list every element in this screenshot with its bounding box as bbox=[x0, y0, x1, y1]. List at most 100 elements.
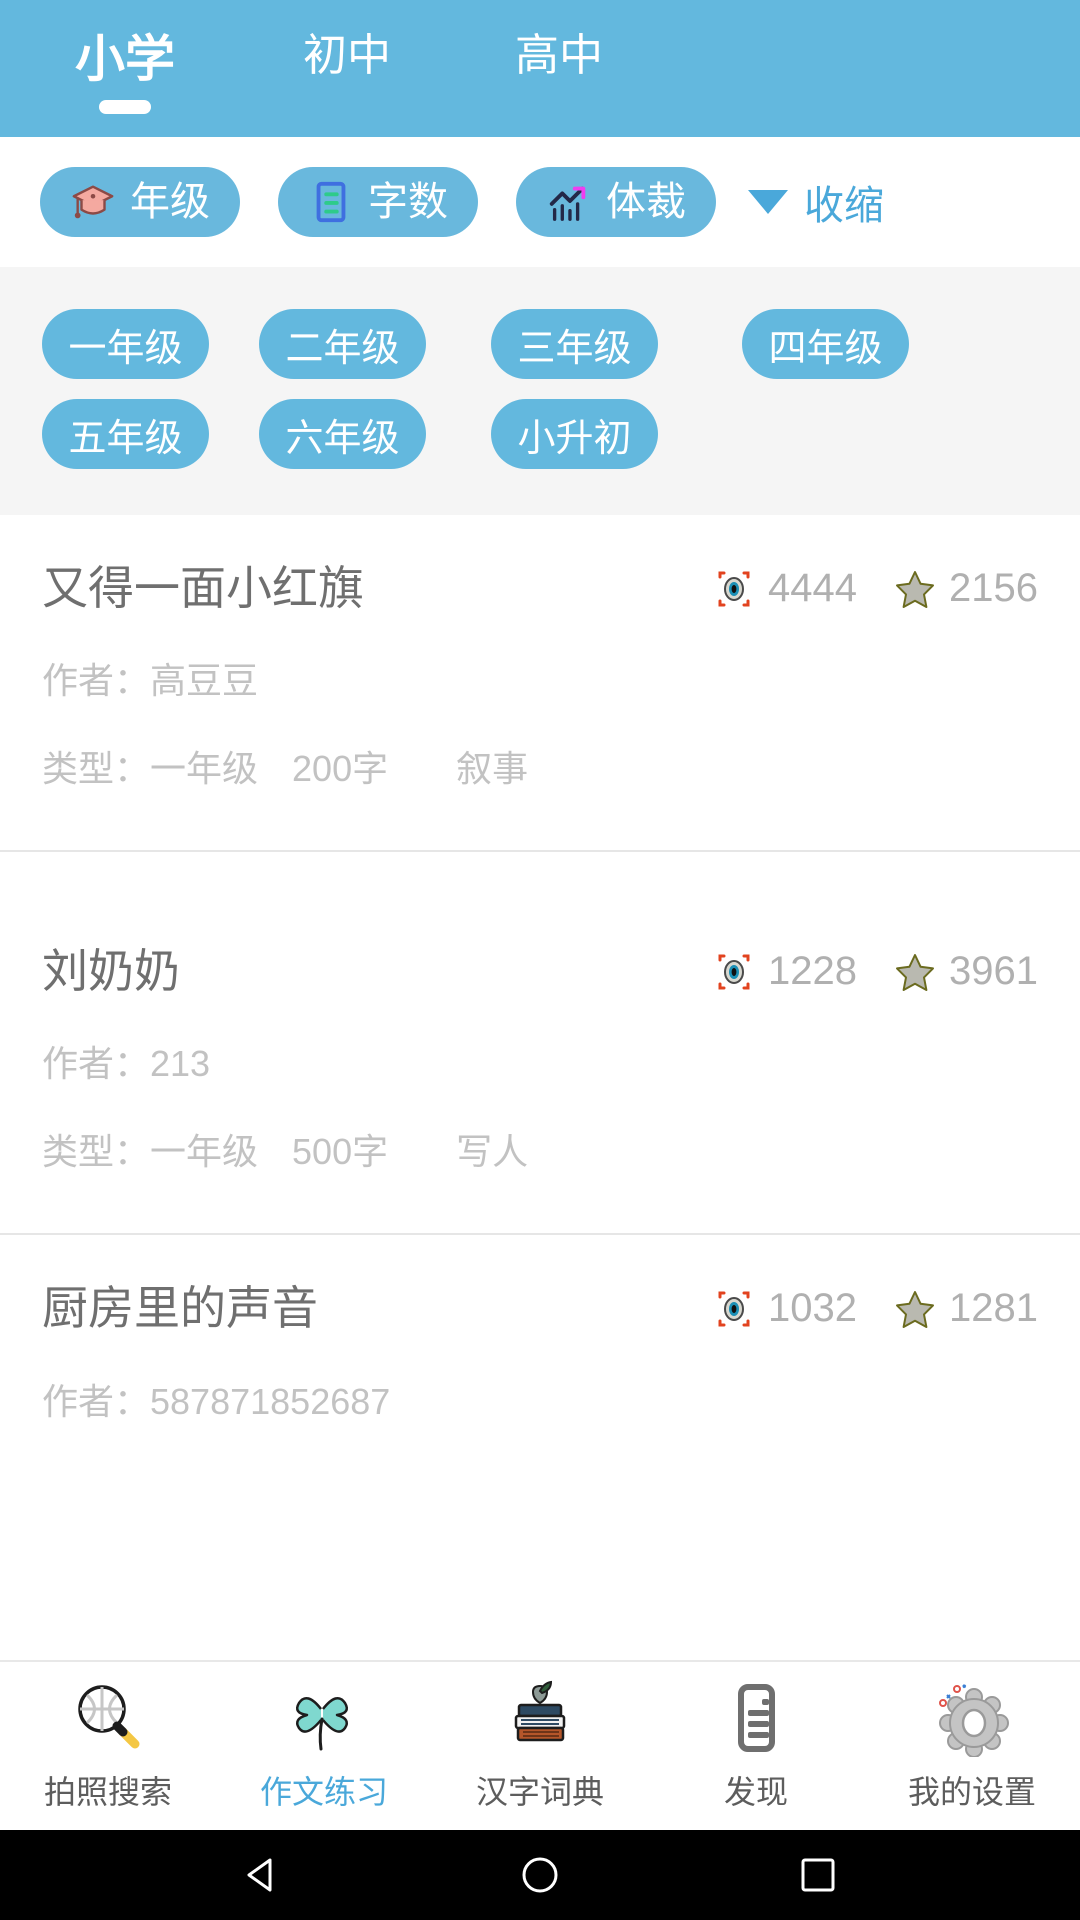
filter-chip-grade[interactable]: 年级 bbox=[40, 167, 240, 237]
top-tab-bar: 小学 初中 高中 bbox=[0, 0, 1080, 137]
clover-icon bbox=[285, 1679, 363, 1757]
article-type-line: 类型：一年级 500字 写人 bbox=[42, 1123, 1038, 1175]
tab-primary-school[interactable]: 小学 bbox=[25, 34, 225, 114]
document-lines-icon bbox=[308, 179, 354, 225]
favorite-count: 1281 bbox=[949, 1286, 1038, 1331]
collapse-toggle-label: 收缩 bbox=[804, 184, 884, 228]
article-title: 厨房里的声音 bbox=[42, 1282, 318, 1335]
view-count-stat: 1032 bbox=[714, 1286, 857, 1331]
eye-icon bbox=[714, 569, 754, 609]
back-triangle-icon[interactable] bbox=[239, 1852, 285, 1898]
type-grade: 一年级 bbox=[150, 1131, 259, 1173]
type-label: 类型： bbox=[42, 748, 151, 790]
grade-pill-6-label: 六年级 bbox=[285, 417, 400, 460]
filter-chip-genre-label: 体裁 bbox=[606, 180, 686, 224]
grade-filter-panel: 一年级 二年级 三年级 四年级 五年级 六年级 小升初 bbox=[0, 267, 1080, 515]
collapse-toggle[interactable]: 收缩 bbox=[748, 173, 884, 231]
books-apple-icon bbox=[501, 1679, 579, 1757]
author-label: 作者： bbox=[42, 660, 151, 702]
tab-middle-school[interactable]: 初中 bbox=[247, 34, 447, 78]
nav-item-discover[interactable]: 发现 bbox=[648, 1679, 864, 1813]
grade-pill-6[interactable]: 六年级 bbox=[259, 399, 426, 469]
graduation-cap-icon bbox=[70, 179, 116, 225]
type-grade: 一年级 bbox=[150, 748, 259, 790]
filter-bar: 年级 字数 体裁 收缩 bbox=[0, 137, 1080, 267]
filter-chip-genre[interactable]: 体裁 bbox=[516, 167, 716, 237]
article-header: 厨房里的声音 1032 1281 bbox=[42, 1281, 1038, 1336]
tab-high-school-label: 高中 bbox=[515, 31, 603, 80]
article-stats: 1228 3961 bbox=[676, 949, 1038, 994]
filter-chip-wordcount[interactable]: 字数 bbox=[278, 167, 478, 237]
article-list-item[interactable]: 又得一面小红旗 4444 2156 作者：高豆豆 类型：一年级 200字 叙事 bbox=[0, 515, 1080, 853]
recents-square-icon[interactable] bbox=[795, 1852, 841, 1898]
author-value: 587871852687 bbox=[150, 1380, 391, 1422]
article-title: 又得一面小红旗 bbox=[42, 562, 364, 614]
document-list-icon bbox=[717, 1679, 795, 1757]
article-author-line: 作者：高豆豆 bbox=[42, 652, 1038, 704]
grade-pill-4[interactable]: 四年级 bbox=[742, 309, 909, 379]
grade-pill-2[interactable]: 二年级 bbox=[259, 309, 426, 379]
star-icon bbox=[895, 952, 935, 992]
author-value: 213 bbox=[150, 1043, 211, 1085]
article-author-line: 作者：213 bbox=[42, 1035, 1038, 1087]
favorite-count-stat: 1281 bbox=[895, 1286, 1038, 1331]
star-icon bbox=[895, 1289, 935, 1329]
trend-chart-icon bbox=[546, 179, 592, 225]
nav-item-dictionary[interactable]: 汉字词典 bbox=[432, 1679, 648, 1813]
type-label: 类型： bbox=[42, 1131, 151, 1173]
type-words: 200字 bbox=[292, 748, 389, 790]
author-label: 作者： bbox=[42, 1043, 151, 1085]
filter-chip-grade-label: 年级 bbox=[130, 180, 210, 224]
grade-pill-2-label: 二年级 bbox=[285, 327, 400, 370]
nav-item-dictionary-label: 汉字词典 bbox=[475, 1774, 604, 1810]
eye-icon bbox=[714, 1289, 754, 1329]
tab-high-school[interactable]: 高中 bbox=[459, 34, 659, 78]
article-type-line: 类型：一年级 200字 叙事 bbox=[42, 740, 1038, 792]
gear-icon bbox=[933, 1679, 1011, 1758]
bottom-navigation-bar: 拍照搜索 作文练习 汉字词典 发现 我的设置 bbox=[0, 1660, 1080, 1830]
eye-icon bbox=[714, 952, 754, 992]
nav-item-composition-practice-label: 作文练习 bbox=[259, 1774, 388, 1810]
grade-pill-3[interactable]: 三年级 bbox=[491, 309, 658, 379]
type-words: 500字 bbox=[292, 1131, 389, 1173]
nav-item-composition-practice[interactable]: 作文练习 bbox=[216, 1679, 432, 1813]
grade-pill-1[interactable]: 一年级 bbox=[42, 309, 209, 379]
grade-pill-4-label: 四年级 bbox=[768, 327, 883, 370]
home-circle-icon[interactable] bbox=[517, 1852, 563, 1898]
article-list-item[interactable]: 厨房里的声音 1032 1281 作者：587871852687 bbox=[0, 1235, 1080, 1424]
view-count: 1032 bbox=[768, 1286, 858, 1331]
article-list: 又得一面小红旗 4444 2156 作者：高豆豆 类型：一年级 200字 叙事 … bbox=[0, 515, 1080, 1425]
type-genre: 写人 bbox=[456, 1131, 529, 1173]
view-count-stat: 1228 bbox=[714, 949, 857, 994]
article-header: 又得一面小红旗 4444 2156 bbox=[42, 561, 1038, 616]
grade-pill-row-2: 五年级 六年级 小升初 bbox=[0, 399, 1080, 469]
filter-chip-wordcount-label: 字数 bbox=[368, 180, 448, 224]
chevron-down-icon bbox=[748, 190, 788, 214]
grade-pill-7-label: 小升初 bbox=[517, 417, 632, 460]
favorite-count: 3961 bbox=[949, 949, 1038, 994]
article-stats: 4444 2156 bbox=[676, 566, 1038, 611]
author-value: 高豆豆 bbox=[150, 660, 259, 702]
article-list-item[interactable]: 刘奶奶 1228 3961 作者：213 类型：一年级 500字 写人 bbox=[0, 852, 1080, 1236]
favorite-count-stat: 3961 bbox=[895, 949, 1038, 994]
view-count-stat: 4444 bbox=[714, 566, 857, 611]
article-stats: 1032 1281 bbox=[676, 1286, 1038, 1331]
article-header: 刘奶奶 1228 3961 bbox=[42, 944, 1038, 999]
grade-pill-row-1: 一年级 二年级 三年级 四年级 bbox=[0, 309, 1080, 379]
grade-pill-5[interactable]: 五年级 bbox=[42, 399, 209, 469]
android-system-nav-bar bbox=[0, 1830, 1080, 1920]
grade-pill-3-label: 三年级 bbox=[517, 327, 632, 370]
article-author-line: 作者：587871852687 bbox=[42, 1373, 1038, 1425]
type-genre: 叙事 bbox=[456, 748, 529, 790]
article-title: 刘奶奶 bbox=[42, 945, 180, 998]
camera-search-icon bbox=[69, 1679, 147, 1757]
grade-pill-7[interactable]: 小升初 bbox=[491, 399, 658, 469]
nav-item-discover-label: 发现 bbox=[723, 1774, 788, 1810]
nav-item-my-settings[interactable]: 我的设置 bbox=[864, 1679, 1080, 1813]
nav-item-photo-search[interactable]: 拍照搜索 bbox=[0, 1679, 216, 1813]
nav-item-my-settings-label: 我的设置 bbox=[907, 1774, 1036, 1810]
active-tab-indicator bbox=[99, 100, 151, 114]
star-icon bbox=[895, 569, 935, 609]
grade-pill-5-label: 五年级 bbox=[68, 417, 183, 460]
view-count: 4444 bbox=[768, 566, 858, 611]
